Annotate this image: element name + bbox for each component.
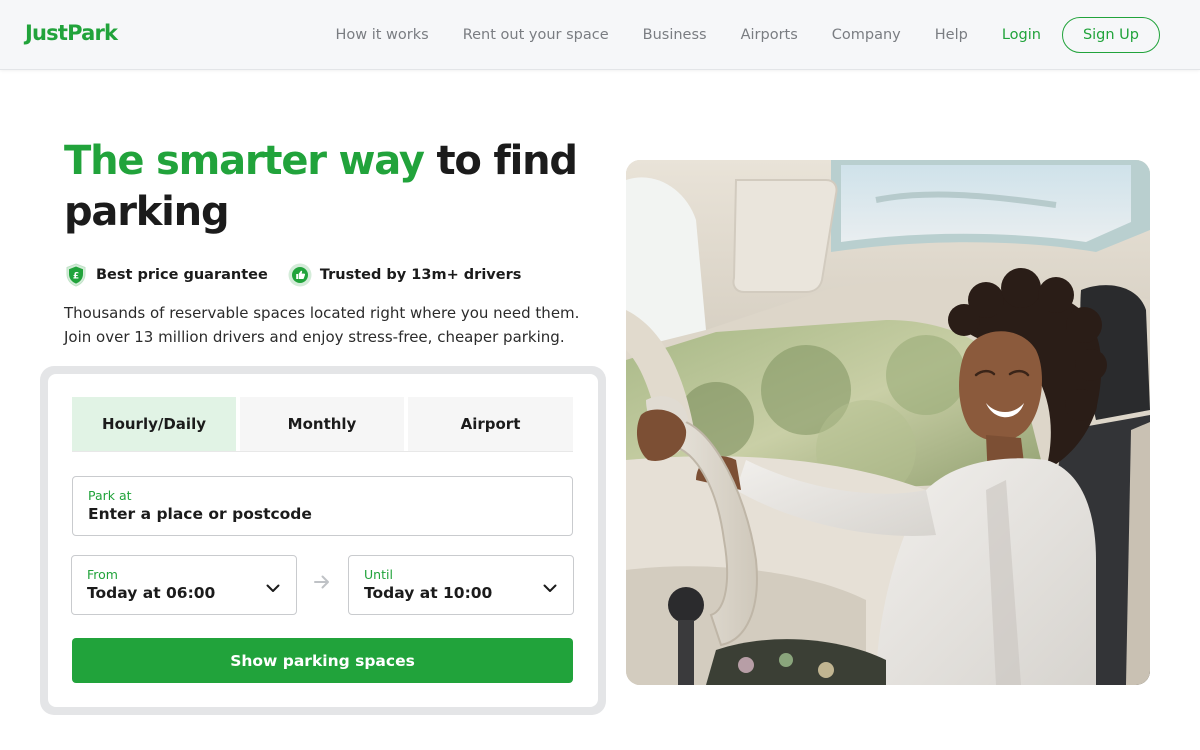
- until-datetime-select[interactable]: Until Today at 10:00: [348, 555, 574, 615]
- show-parking-spaces-button[interactable]: Show parking spaces: [72, 638, 573, 683]
- headline-highlight: The smarter way: [64, 138, 425, 184]
- badge-label: Trusted by 13m+ drivers: [319, 267, 522, 283]
- park-at-label: Park at: [88, 488, 132, 503]
- page-title: The smarter way to find parking: [64, 136, 604, 238]
- hero-description: Thousands of reservable spaces located r…: [64, 301, 604, 349]
- park-at-input[interactable]: Park at Enter a place or postcode: [72, 476, 573, 536]
- until-label: Until: [364, 567, 393, 582]
- badge-label: Best price guarantee: [96, 267, 268, 283]
- shield-pound-icon: £: [64, 263, 88, 287]
- login-link[interactable]: Login: [1002, 27, 1041, 43]
- until-value: Today at 10:00: [364, 584, 493, 602]
- thumbs-up-icon: [288, 263, 312, 287]
- hero-photo: [626, 160, 1150, 685]
- chevron-down-icon: [266, 578, 280, 597]
- badge-best-price: £ Best price guarantee: [64, 263, 268, 287]
- from-value: Today at 06:00: [87, 584, 216, 602]
- badge-trusted: Trusted by 13m+ drivers: [288, 263, 522, 287]
- nav-how-it-works[interactable]: How it works: [335, 27, 428, 43]
- trust-badges: £ Best price guarantee Trusted by 13m+ d…: [64, 263, 541, 287]
- nav-company[interactable]: Company: [832, 27, 901, 43]
- nav-rent-out-space[interactable]: Rent out your space: [463, 27, 609, 43]
- tab-monthly[interactable]: Monthly: [240, 397, 404, 451]
- tab-airport[interactable]: Airport: [408, 397, 573, 451]
- park-at-placeholder: Enter a place or postcode: [88, 505, 312, 523]
- from-label: From: [87, 567, 118, 582]
- from-datetime-select[interactable]: From Today at 06:00: [71, 555, 297, 615]
- description-line: Join over 13 million drivers and enjoy s…: [64, 328, 565, 346]
- justpark-logo[interactable]: JustPark: [25, 21, 118, 45]
- nav-airports[interactable]: Airports: [741, 27, 798, 43]
- main-nav: How it works Rent out your space Busines…: [335, 17, 1160, 53]
- svg-text:£: £: [73, 272, 79, 282]
- nav-help[interactable]: Help: [935, 27, 968, 43]
- chevron-down-icon: [543, 578, 557, 597]
- arrow-right-icon: [313, 574, 331, 594]
- nav-business[interactable]: Business: [643, 27, 707, 43]
- sign-up-button[interactable]: Sign Up: [1061, 17, 1160, 53]
- tab-hourly-daily[interactable]: Hourly/Daily: [72, 397, 236, 451]
- booking-type-tabs: Hourly/Daily Monthly Airport: [72, 397, 573, 452]
- description-line: Thousands of reservable spaces located r…: [64, 304, 580, 322]
- site-header: JustPark How it works Rent out your spac…: [0, 0, 1200, 70]
